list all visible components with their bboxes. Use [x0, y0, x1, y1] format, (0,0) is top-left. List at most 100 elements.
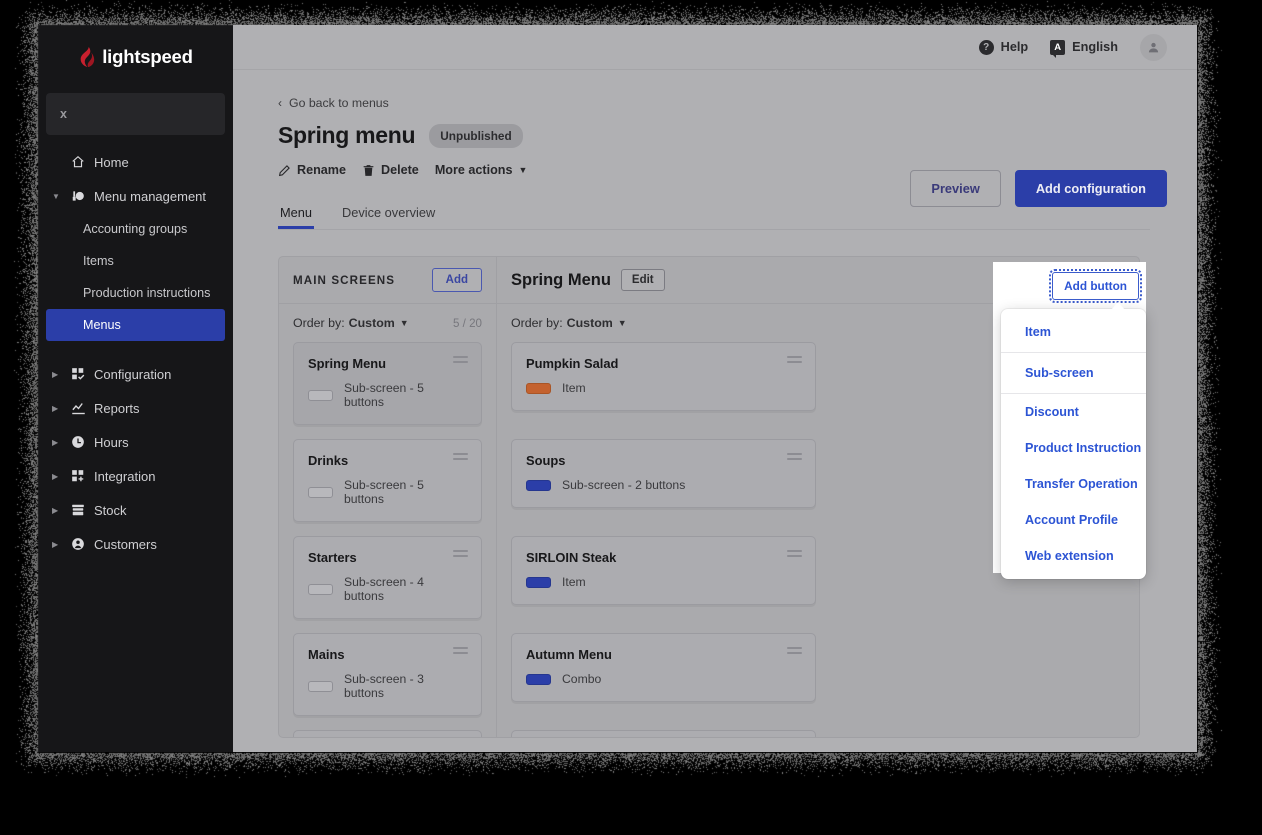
color-swatch-icon [526, 480, 551, 491]
drag-handle-icon[interactable] [453, 356, 468, 365]
menu-item-discount[interactable]: Discount [1001, 394, 1146, 430]
sidebar-item-label: Stock [90, 503, 127, 518]
chevron-down-icon: ▼ [400, 318, 409, 328]
drag-handle-icon[interactable] [787, 453, 802, 462]
sidebar-item-home[interactable]: Home [38, 145, 233, 179]
tab-bar: Menu Device overview [278, 205, 1150, 230]
main-screens-panel: MAIN SCREENS Add Order by: Custom ▼ 5 / … [279, 257, 497, 737]
brand-name: lightspeed [102, 46, 193, 68]
help-label: Help [1001, 40, 1029, 54]
list-item[interactable]: Dessert Sub-screen - 1 button [293, 730, 482, 738]
drag-handle-icon[interactable] [787, 356, 802, 365]
color-swatch-icon [526, 383, 551, 394]
drag-handle-icon[interactable] [453, 647, 468, 656]
sidebar-item-configuration[interactable]: ▶ Configuration [38, 357, 233, 391]
list-item[interactable]: Pumpkin Salad Item [511, 342, 816, 411]
sidebar-item-label: Integration [90, 469, 155, 484]
chevron-down-icon: ▼ [618, 318, 627, 328]
chevron-down-icon: ▼ [52, 192, 66, 201]
main-screens-count: 5 / 20 [453, 317, 482, 330]
order-by-label: Order by: [511, 316, 563, 330]
sidebar-subitem-label: Production instructions [83, 286, 210, 300]
drag-handle-icon[interactable] [453, 550, 468, 559]
list-item[interactable]: Mains Sub-screen - 3 buttons [293, 633, 482, 716]
tab-device-overview[interactable]: Device overview [340, 205, 437, 229]
help-button[interactable]: ? Help [979, 40, 1029, 55]
drag-handle-icon[interactable] [453, 453, 468, 462]
sidebar-item-production-instructions[interactable]: Production instructions [38, 277, 233, 309]
sidebar-item-stock[interactable]: ▶ Stock [38, 493, 233, 527]
sidebar-subitem-label: Menus [83, 318, 121, 332]
menu-item-product-instruction[interactable]: Product Instruction [1001, 430, 1146, 466]
sidebar-nav: Home ▼ Menu management Accounting groups… [38, 145, 233, 561]
configuration-icon [66, 367, 90, 381]
card-subtitle-row: Combo [526, 672, 801, 686]
menu-item-transfer-operation[interactable]: Transfer Operation [1001, 466, 1146, 502]
more-actions-label: More actions [435, 163, 513, 177]
card-subtitle-row: Sub-screen - 3 buttons [308, 672, 467, 700]
dropdown-pointer-icon [1111, 302, 1125, 310]
chevron-right-icon: ▶ [52, 370, 66, 379]
user-avatar-button[interactable] [1140, 34, 1167, 61]
order-by-value[interactable]: Custom [349, 316, 395, 330]
language-selector[interactable]: A English [1050, 40, 1118, 55]
add-button[interactable]: Add button [1052, 272, 1139, 300]
edit-screen-button[interactable]: Edit [621, 269, 665, 291]
chevron-right-icon: ▶ [52, 404, 66, 413]
list-item[interactable]: Drinks Sub-screen - 5 buttons [293, 439, 482, 522]
pencil-icon [278, 164, 291, 177]
add-configuration-button[interactable]: Add configuration [1015, 170, 1167, 207]
sidebar-item-reports[interactable]: ▶ Reports [38, 391, 233, 425]
list-item[interactable]: Spring Menu Sub-screen - 5 buttons [293, 342, 482, 425]
menu-item-web-extension[interactable]: Web extension [1001, 538, 1146, 579]
card-title: Spring Menu [308, 356, 467, 371]
add-button-dropdown-menu: Item Sub-screen Discount Product Instruc… [1001, 309, 1146, 579]
main-screens-order-row: Order by: Custom ▼ 5 / 20 [279, 304, 496, 342]
sidebar-item-label: Configuration [90, 367, 171, 382]
integration-icon [66, 469, 90, 483]
sidebar-item-menu-management[interactable]: ▼ Menu management [38, 179, 233, 213]
sidebar-item-items[interactable]: Items [38, 245, 233, 277]
sidebar-item-label: Reports [90, 401, 140, 416]
preview-button[interactable]: Preview [910, 170, 1000, 207]
question-mark-icon: ? [979, 40, 994, 55]
drag-handle-icon[interactable] [787, 550, 802, 559]
sidebar-item-menus[interactable]: Menus [46, 309, 225, 341]
desktop-backdrop: lightspeed x Home ▼ Menu management Acco… [0, 0, 1262, 835]
chevron-right-icon: ▶ [52, 506, 66, 515]
chevron-down-icon: ▼ [519, 165, 528, 175]
sidebar-item-label: Home [90, 155, 129, 170]
sidebar-item-hours[interactable]: ▶ Hours [38, 425, 233, 459]
menu-item-sub-screen[interactable]: Sub-screen [1001, 353, 1146, 393]
user-avatar-icon [1147, 41, 1160, 54]
sidebar-item-integration[interactable]: ▶ Integration [38, 459, 233, 493]
delete-label: Delete [381, 163, 419, 177]
sidebar-item-accounting-groups[interactable]: Accounting groups [38, 213, 233, 245]
list-item[interactable]: SIRLOIN Steak Item [511, 536, 816, 605]
list-item[interactable]: Soups Sub-screen - 2 buttons [511, 439, 816, 508]
trash-icon [362, 164, 375, 177]
menu-item-account-profile[interactable]: Account Profile [1001, 502, 1146, 538]
sidebar-search-input[interactable]: x [46, 93, 225, 135]
card-subtitle-row: Sub-screen - 2 buttons [526, 478, 801, 492]
menu-item-item[interactable]: Item [1001, 309, 1146, 352]
sidebar-item-customers[interactable]: ▶ Customers [38, 527, 233, 561]
color-swatch-icon [526, 674, 551, 685]
back-to-menus-link[interactable]: ‹ Go back to menus [278, 96, 1167, 110]
tab-menu[interactable]: Menu [278, 205, 314, 229]
order-by-value[interactable]: Custom [567, 316, 613, 330]
sidebar-search-value: x [60, 107, 67, 121]
add-main-screen-button[interactable]: Add [432, 268, 482, 292]
list-item[interactable]: Starters Sub-screen - 4 buttons [293, 536, 482, 619]
card-title: Starters [308, 550, 467, 565]
rename-button[interactable]: Rename [278, 163, 346, 177]
list-item[interactable]: Autumn Quiches Group [511, 730, 816, 738]
list-item[interactable]: Autumn Menu Combo [511, 633, 816, 702]
delete-button[interactable]: Delete [362, 163, 419, 177]
card-subtitle: Combo [562, 672, 601, 686]
page-title-row: Spring menu Unpublished [278, 122, 1167, 149]
color-swatch-icon [308, 584, 333, 595]
drag-handle-icon[interactable] [787, 647, 802, 656]
menu-management-icon [66, 189, 90, 203]
more-actions-button[interactable]: More actions ▼ [435, 163, 528, 177]
